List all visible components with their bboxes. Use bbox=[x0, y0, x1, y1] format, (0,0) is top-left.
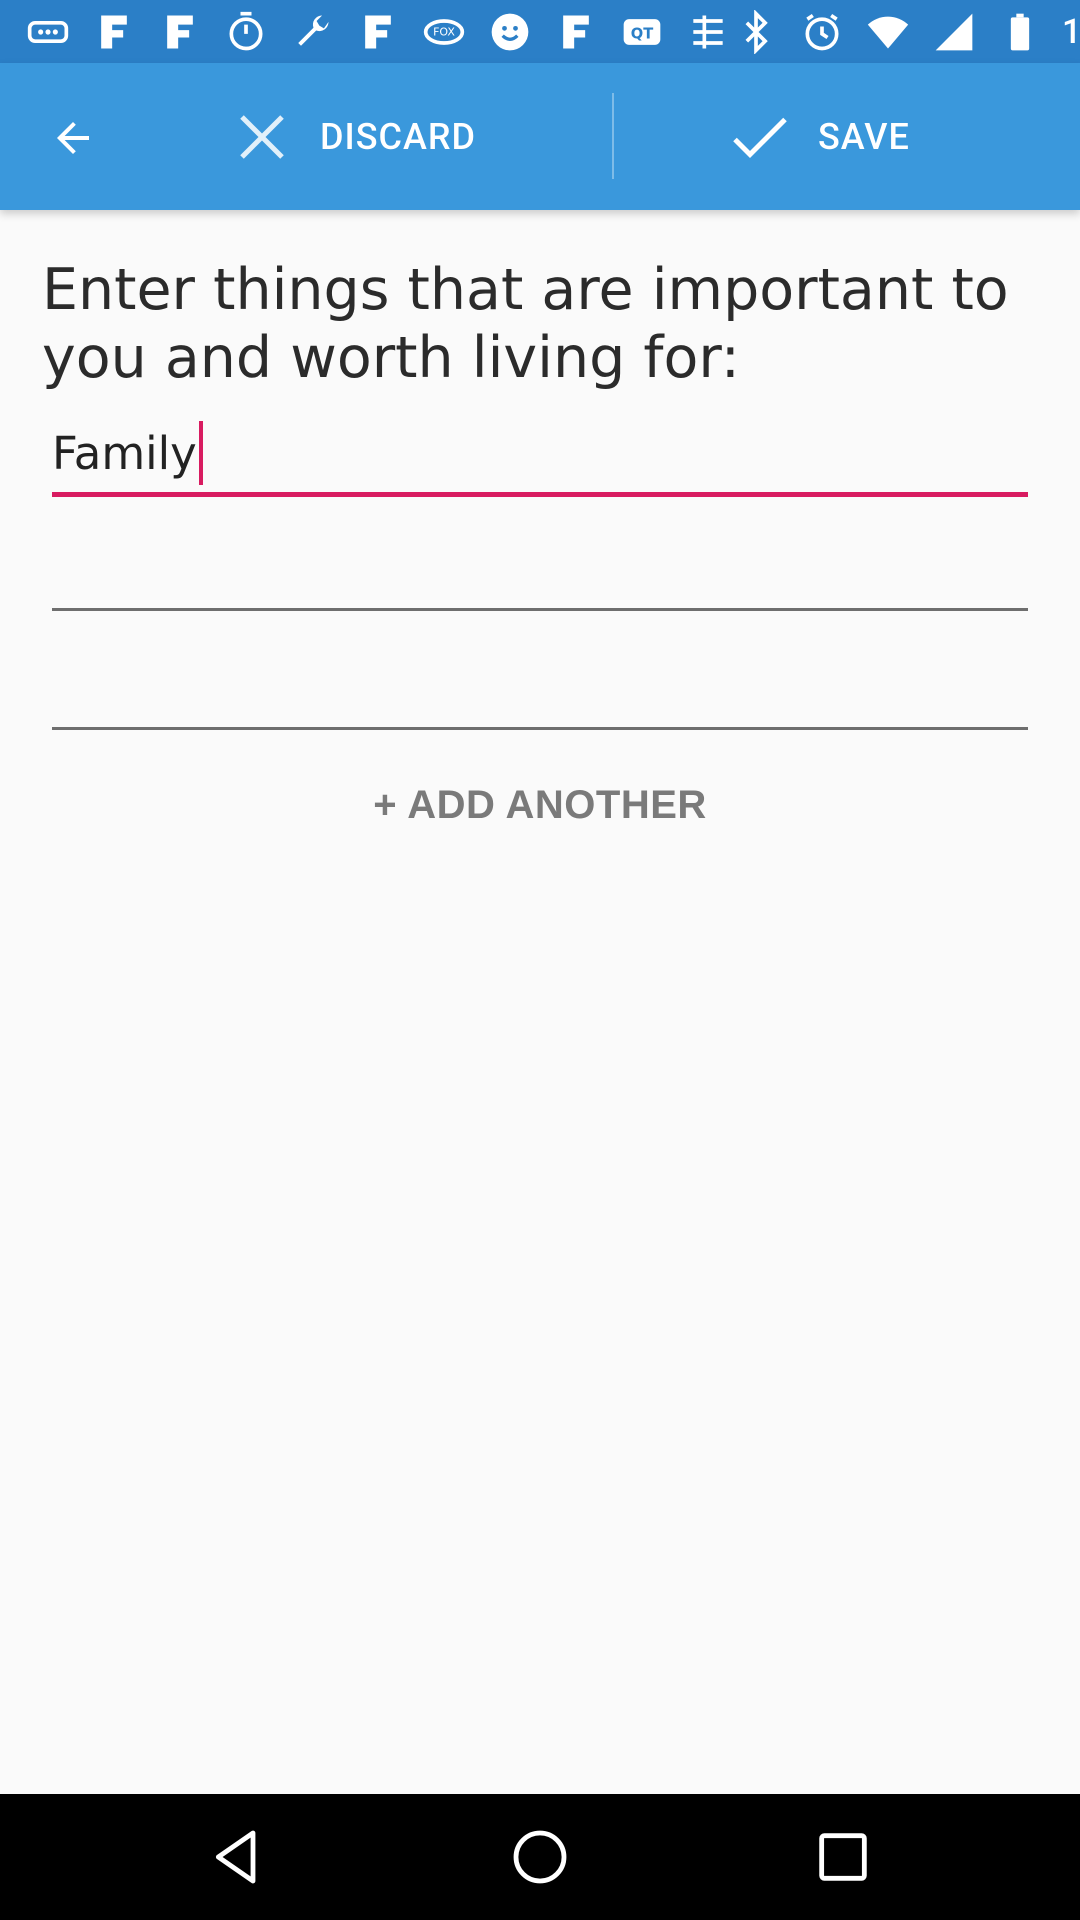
wifi-icon bbox=[864, 8, 912, 56]
save-label: SAVE bbox=[818, 115, 910, 158]
item-input-1-underline bbox=[52, 492, 1028, 497]
more-icon bbox=[24, 8, 72, 56]
fox-sports-icon: FOX bbox=[420, 8, 468, 56]
item-input-1-text: Family bbox=[52, 426, 197, 480]
app-bar-divider bbox=[612, 93, 614, 179]
checkmark-icon bbox=[733, 117, 787, 158]
svg-text:QT: QT bbox=[631, 25, 653, 42]
save-button[interactable]: SAVE bbox=[730, 63, 1070, 210]
battery-icon bbox=[996, 8, 1044, 56]
fox-news-icon bbox=[156, 8, 204, 56]
bluetooth-icon bbox=[732, 8, 780, 56]
nav-back-button[interactable] bbox=[200, 1820, 274, 1894]
fox-news-icon bbox=[552, 8, 600, 56]
signal-icon bbox=[930, 8, 978, 56]
circle-home-icon bbox=[513, 1830, 567, 1884]
fox-news-icon bbox=[90, 8, 138, 56]
status-time: 1:32 bbox=[1062, 11, 1080, 52]
svg-text:FOX: FOX bbox=[433, 25, 455, 38]
qt-icon: QT bbox=[618, 8, 666, 56]
alarm-icon bbox=[798, 8, 846, 56]
arrow-left-icon bbox=[57, 122, 89, 154]
status-right-icons: 1:32 bbox=[732, 8, 1080, 56]
nav-recents-button[interactable] bbox=[806, 1820, 880, 1894]
item-input-2-underline bbox=[52, 608, 1028, 611]
fox-news-icon bbox=[354, 8, 402, 56]
navigation-bar bbox=[0, 1794, 1080, 1920]
status-bar: FOX QT 1:32 bbox=[0, 0, 1080, 63]
triangle-back-icon bbox=[215, 1830, 256, 1884]
app-icon bbox=[684, 8, 732, 56]
item-input-3[interactable] bbox=[52, 648, 1028, 730]
add-another-button[interactable]: + ADD ANOTHER bbox=[0, 783, 1080, 849]
item-input-1[interactable]: Family bbox=[52, 415, 1028, 497]
square-recents-icon bbox=[819, 1833, 867, 1881]
smiley-icon bbox=[486, 8, 534, 56]
status-left-icons: FOX QT bbox=[24, 8, 732, 56]
nav-home-button[interactable] bbox=[503, 1820, 577, 1894]
app-bar: DISCARD SAVE bbox=[0, 63, 1080, 210]
wrench-icon bbox=[288, 8, 336, 56]
stopwatch-icon bbox=[222, 8, 270, 56]
prompt-text: Enter things that are important to you a… bbox=[42, 257, 1009, 391]
item-input-3-underline bbox=[52, 727, 1028, 730]
item-input-2[interactable] bbox=[52, 529, 1028, 611]
item-input-1-value[interactable]: Family bbox=[52, 421, 203, 485]
back-button[interactable] bbox=[34, 103, 112, 173]
close-icon bbox=[240, 114, 284, 159]
text-cursor bbox=[198, 421, 203, 485]
discard-label: DISCARD bbox=[320, 115, 477, 158]
discard-button[interactable]: DISCARD bbox=[232, 63, 612, 210]
